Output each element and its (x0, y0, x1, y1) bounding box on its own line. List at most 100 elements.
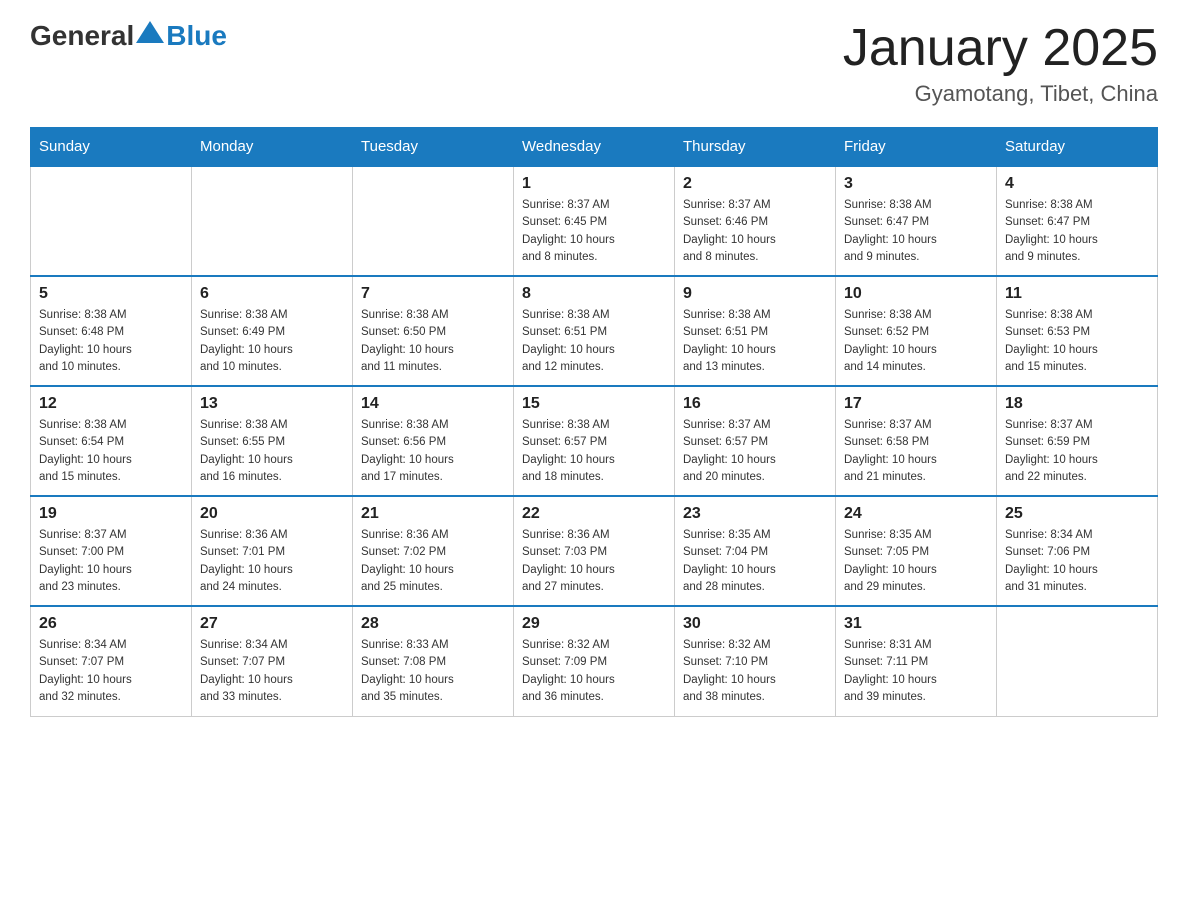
header-cell-sunday: Sunday (31, 128, 192, 167)
day-number: 6 (200, 285, 344, 303)
day-info: Sunrise: 8:38 AM Sunset: 6:52 PM Dayligh… (844, 307, 988, 376)
day-number: 2 (683, 175, 827, 193)
day-info: Sunrise: 8:38 AM Sunset: 6:49 PM Dayligh… (200, 307, 344, 376)
day-number: 26 (39, 615, 183, 633)
day-number: 29 (522, 615, 666, 633)
day-cell: 15 Sunrise: 8:38 AM Sunset: 6:57 PM Dayli… (514, 386, 675, 496)
day-number: 31 (844, 615, 988, 633)
week-row-4: 19 Sunrise: 8:37 AM Sunset: 7:00 PM Dayli… (31, 496, 1158, 606)
day-info: Sunrise: 8:37 AM Sunset: 6:57 PM Dayligh… (683, 417, 827, 486)
day-number: 7 (361, 285, 505, 303)
day-cell: 28Sunrise: 8:33 AM Sunset: 7:08 PM Dayli… (353, 606, 514, 716)
logo-triangle-icon (136, 21, 164, 43)
day-number: 27 (200, 615, 344, 633)
logo-text-general: General (30, 20, 134, 52)
day-number: 4 (1005, 175, 1149, 193)
day-cell: 12 Sunrise: 8:38 AM Sunset: 6:54 PM Dayli… (31, 386, 192, 496)
day-cell: 9Sunrise: 8:38 AM Sunset: 6:51 PM Daylig… (675, 276, 836, 386)
header-cell-saturday: Saturday (997, 128, 1158, 167)
header-cell-wednesday: Wednesday (514, 128, 675, 167)
day-info: Sunrise: 8:38 AM Sunset: 6:47 PM Dayligh… (844, 197, 988, 266)
logo: General Blue (30, 20, 227, 52)
day-cell (997, 606, 1158, 716)
day-info: Sunrise: 8:38 AM Sunset: 6:55 PM Dayligh… (200, 417, 344, 486)
day-info: Sunrise: 8:37 AM Sunset: 6:58 PM Dayligh… (844, 417, 988, 486)
day-info: Sunrise: 8:38 AM Sunset: 6:53 PM Dayligh… (1005, 307, 1149, 376)
day-info: Sunrise: 8:38 AM Sunset: 6:56 PM Dayligh… (361, 417, 505, 486)
calendar-header-row: SundayMondayTuesdayWednesdayThursdayFrid… (31, 128, 1158, 167)
day-info: Sunrise: 8:33 AM Sunset: 7:08 PM Dayligh… (361, 637, 505, 706)
day-number: 23 (683, 505, 827, 523)
day-info: Sunrise: 8:37 AM Sunset: 6:46 PM Dayligh… (683, 197, 827, 266)
day-cell: 21 Sunrise: 8:36 AM Sunset: 7:02 PM Dayli… (353, 496, 514, 606)
day-info: Sunrise: 8:36 AM Sunset: 7:02 PM Dayligh… (361, 527, 505, 596)
day-info: Sunrise: 8:35 AM Sunset: 7:04 PM Dayligh… (683, 527, 827, 596)
day-cell: 13 Sunrise: 8:38 AM Sunset: 6:55 PM Dayli… (192, 386, 353, 496)
calendar-subtitle: Gyamotang, Tibet, China (843, 81, 1158, 107)
day-info: Sunrise: 8:32 AM Sunset: 7:10 PM Dayligh… (683, 637, 827, 706)
day-info: Sunrise: 8:38 AM Sunset: 6:50 PM Dayligh… (361, 307, 505, 376)
day-info: Sunrise: 8:37 AM Sunset: 6:45 PM Dayligh… (522, 197, 666, 266)
day-number: 18 (1005, 395, 1149, 413)
day-cell: 27Sunrise: 8:34 AM Sunset: 7:07 PM Dayli… (192, 606, 353, 716)
day-cell: 24 Sunrise: 8:35 AM Sunset: 7:05 PM Dayli… (836, 496, 997, 606)
day-cell: 19 Sunrise: 8:37 AM Sunset: 7:00 PM Dayli… (31, 496, 192, 606)
day-cell (353, 166, 514, 276)
day-number: 10 (844, 285, 988, 303)
day-number: 12 (39, 395, 183, 413)
day-number: 13 (200, 395, 344, 413)
day-cell: 8Sunrise: 8:38 AM Sunset: 6:51 PM Daylig… (514, 276, 675, 386)
day-info: Sunrise: 8:32 AM Sunset: 7:09 PM Dayligh… (522, 637, 666, 706)
day-number: 20 (200, 505, 344, 523)
page-header: General Blue January 2025 Gyamotang, Tib… (30, 20, 1158, 107)
day-number: 1 (522, 175, 666, 193)
week-row-1: 1 Sunrise: 8:37 AM Sunset: 6:45 PM Daylig… (31, 166, 1158, 276)
day-cell: 29 Sunrise: 8:32 AM Sunset: 7:09 PM Dayli… (514, 606, 675, 716)
logo-text-blue: Blue (166, 20, 227, 52)
day-cell: 26Sunrise: 8:34 AM Sunset: 7:07 PM Dayli… (31, 606, 192, 716)
calendar-title: January 2025 (843, 20, 1158, 77)
day-cell: 11Sunrise: 8:38 AM Sunset: 6:53 PM Dayli… (997, 276, 1158, 386)
week-row-2: 5 Sunrise: 8:38 AM Sunset: 6:48 PM Daylig… (31, 276, 1158, 386)
day-cell: 6 Sunrise: 8:38 AM Sunset: 6:49 PM Daylig… (192, 276, 353, 386)
header-cell-friday: Friday (836, 128, 997, 167)
day-number: 5 (39, 285, 183, 303)
day-number: 9 (683, 285, 827, 303)
day-info: Sunrise: 8:38 AM Sunset: 6:57 PM Dayligh… (522, 417, 666, 486)
day-info: Sunrise: 8:38 AM Sunset: 6:48 PM Dayligh… (39, 307, 183, 376)
day-number: 25 (1005, 505, 1149, 523)
day-number: 15 (522, 395, 666, 413)
header-cell-monday: Monday (192, 128, 353, 167)
day-cell: 20Sunrise: 8:36 AM Sunset: 7:01 PM Dayli… (192, 496, 353, 606)
day-cell: 14 Sunrise: 8:38 AM Sunset: 6:56 PM Dayli… (353, 386, 514, 496)
day-info: Sunrise: 8:38 AM Sunset: 6:47 PM Dayligh… (1005, 197, 1149, 266)
calendar-table: SundayMondayTuesdayWednesdayThursdayFrid… (30, 127, 1158, 717)
day-cell: 31 Sunrise: 8:31 AM Sunset: 7:11 PM Dayli… (836, 606, 997, 716)
day-number: 21 (361, 505, 505, 523)
day-cell: 25Sunrise: 8:34 AM Sunset: 7:06 PM Dayli… (997, 496, 1158, 606)
day-cell (31, 166, 192, 276)
day-info: Sunrise: 8:35 AM Sunset: 7:05 PM Dayligh… (844, 527, 988, 596)
day-cell: 3Sunrise: 8:38 AM Sunset: 6:47 PM Daylig… (836, 166, 997, 276)
day-cell: 10 Sunrise: 8:38 AM Sunset: 6:52 PM Dayli… (836, 276, 997, 386)
day-info: Sunrise: 8:38 AM Sunset: 6:51 PM Dayligh… (522, 307, 666, 376)
day-cell: 5 Sunrise: 8:38 AM Sunset: 6:48 PM Daylig… (31, 276, 192, 386)
day-info: Sunrise: 8:31 AM Sunset: 7:11 PM Dayligh… (844, 637, 988, 706)
day-cell: 7 Sunrise: 8:38 AM Sunset: 6:50 PM Daylig… (353, 276, 514, 386)
day-info: Sunrise: 8:37 AM Sunset: 7:00 PM Dayligh… (39, 527, 183, 596)
day-number: 22 (522, 505, 666, 523)
day-number: 16 (683, 395, 827, 413)
day-number: 24 (844, 505, 988, 523)
day-info: Sunrise: 8:38 AM Sunset: 6:54 PM Dayligh… (39, 417, 183, 486)
day-cell: 22Sunrise: 8:36 AM Sunset: 7:03 PM Dayli… (514, 496, 675, 606)
day-number: 17 (844, 395, 988, 413)
day-number: 14 (361, 395, 505, 413)
day-info: Sunrise: 8:37 AM Sunset: 6:59 PM Dayligh… (1005, 417, 1149, 486)
day-cell (192, 166, 353, 276)
day-cell: 2 Sunrise: 8:37 AM Sunset: 6:46 PM Daylig… (675, 166, 836, 276)
week-row-5: 26Sunrise: 8:34 AM Sunset: 7:07 PM Dayli… (31, 606, 1158, 716)
day-cell: 30Sunrise: 8:32 AM Sunset: 7:10 PM Dayli… (675, 606, 836, 716)
header-cell-tuesday: Tuesday (353, 128, 514, 167)
title-section: January 2025 Gyamotang, Tibet, China (843, 20, 1158, 107)
day-number: 19 (39, 505, 183, 523)
